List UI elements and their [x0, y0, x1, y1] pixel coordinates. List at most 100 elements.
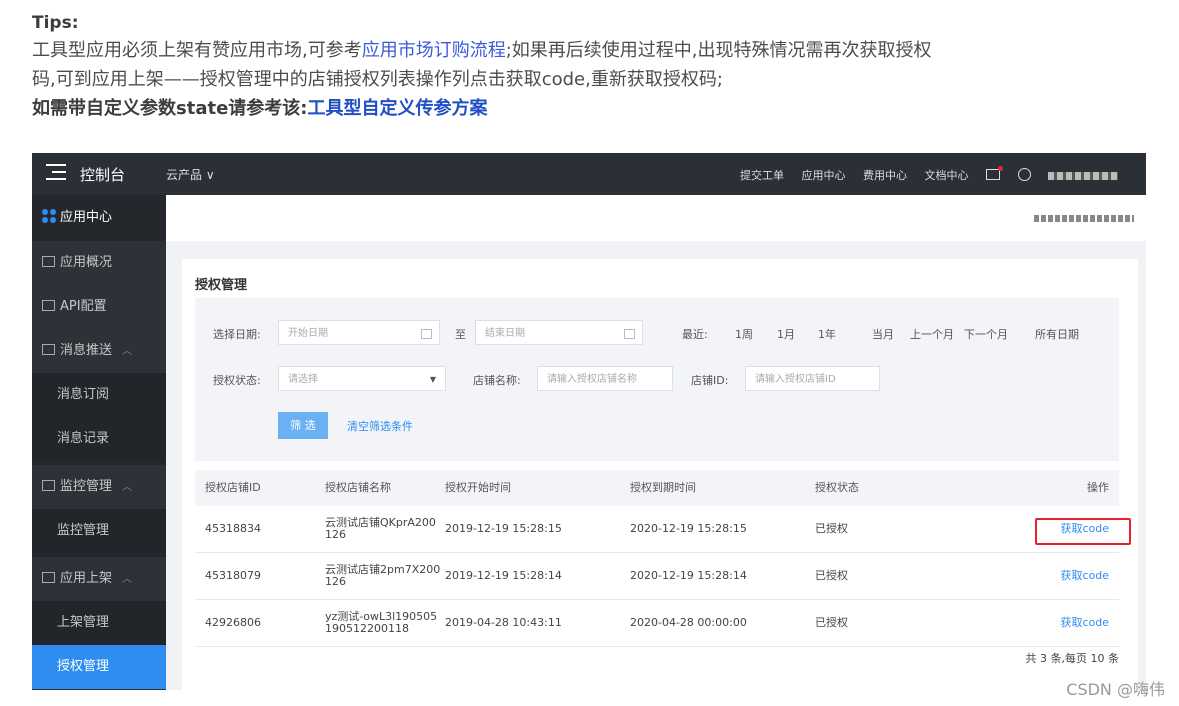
to-label: 至	[455, 328, 466, 341]
sidebar-item-message-subscribe[interactable]: 消息订阅	[32, 373, 166, 417]
sidebar: 应用中心 应用概况 API配置 消息推送 ︿ 消息订阅 消息记录 监控管理 ︿ 监控…	[32, 195, 166, 690]
console-screenshot: 控制台 云产品 ∨ 提交工单 应用中心 费用中心 文档中心 应用中心 应用概况 …	[32, 153, 1146, 690]
table-header: 授权店铺ID 授权店铺名称 授权开始时间 授权到期时间 授权状态 操作	[195, 470, 1119, 506]
tips-line-3-text: 如需带自定义参数state请参考该:	[32, 98, 308, 119]
table-row: 45318079 云测试店铺2pm7X200126 2019-12-19 15:…	[195, 553, 1119, 600]
recent-label: 最近:	[682, 328, 708, 341]
quick-1-week[interactable]: 1周	[735, 326, 753, 342]
sidebar-item-label: 监控管理	[60, 479, 113, 494]
quick-last-month[interactable]: 上一个月	[910, 326, 954, 342]
message-icon	[42, 344, 55, 355]
quick-all-dates[interactable]: 所有日期	[1035, 326, 1079, 342]
date-label: 选择日期:	[213, 328, 261, 341]
filter-panel: 选择日期: 开始日期 至 结束日期 最近: 1周 1月 1年 当月 上一个月 下…	[195, 298, 1119, 461]
cell-shop-name: 云测试店铺QKprA200126	[325, 516, 436, 541]
cell-shop-id: 45318834	[205, 522, 261, 535]
sidebar-item-label: 应用上架	[60, 571, 113, 586]
sidebar-item-monitor[interactable]: 监控管理	[32, 509, 166, 553]
clear-filter-link[interactable]: 清空筛选条件	[347, 418, 413, 434]
link-docs[interactable]: 文档中心	[925, 169, 969, 182]
app-grid-icon	[42, 209, 56, 223]
col-action: 操作	[1087, 481, 1109, 494]
cell-shop-id: 45318079	[205, 569, 261, 582]
link-ticket[interactable]: 提交工单	[740, 169, 784, 182]
get-code-link[interactable]: 获取code	[1060, 600, 1109, 646]
window-icon	[42, 300, 55, 311]
sidebar-header-label: 应用中心	[60, 210, 113, 225]
tips-line-3: 如需带自定义参数state请参考该:工具型自定义传参方案	[32, 94, 1152, 124]
cell-status: 已授权	[815, 616, 848, 629]
monitor-icon	[42, 256, 55, 267]
get-code-link[interactable]: 获取code	[1060, 553, 1109, 599]
quick-this-month[interactable]: 当月	[872, 326, 894, 342]
shop-id-label: 店铺ID:	[691, 374, 729, 387]
mail-icon[interactable]	[986, 166, 1003, 182]
menu-icon[interactable]	[46, 164, 66, 184]
tips-section: Tips: 工具型应用必须上架有赞应用市场,可参考应用市场订购流程;如果再后续使…	[32, 10, 1152, 124]
sidebar-item-label: 应用概况	[60, 255, 113, 270]
top-links: 提交工单 应用中心 费用中心 文档中心	[726, 166, 1118, 183]
masked-shop-selector[interactable]	[1034, 215, 1134, 222]
custom-param-link[interactable]: 工具型自定义传参方案	[307, 98, 487, 119]
sidebar-item-monitor-group[interactable]: 监控管理 ︿	[32, 465, 166, 509]
table-row: 42926806 yz测试-owL3l190505190512200118 20…	[195, 600, 1119, 647]
highlight-box	[1035, 518, 1131, 545]
start-date-placeholder: 开始日期	[288, 328, 328, 339]
status-placeholder: 请选择	[288, 374, 318, 385]
sidebar-item-overview[interactable]: 应用概况	[32, 241, 166, 285]
table-row: 45318834 云测试店铺QKprA200126 2019-12-19 15:…	[195, 506, 1131, 553]
cell-start-time: 2019-12-19 15:28:14	[445, 569, 562, 582]
sidebar-item-api[interactable]: API配置	[32, 285, 166, 329]
sidebar-item-listing-manage[interactable]: 上架管理	[32, 601, 166, 645]
link-app-center[interactable]: 应用中心	[802, 169, 846, 182]
content-header	[166, 195, 1146, 241]
sidebar-item-message-push[interactable]: 消息推送 ︿	[32, 329, 166, 373]
tips-line-2: 码,可到应用上架——授权管理中的店铺授权列表操作列点击获取code,重新获取授权…	[32, 69, 723, 90]
user-icon[interactable]	[1017, 168, 1031, 182]
cell-shop-name: 云测试店铺2pm7X200126	[325, 563, 441, 588]
sidebar-item-message-log[interactable]: 消息记录	[32, 417, 166, 461]
filter-button[interactable]: 筛 选	[278, 412, 328, 439]
cloud-products-menu[interactable]: 云产品 ∨	[166, 166, 215, 183]
cell-end-time: 2020-12-19 15:28:14	[630, 569, 747, 582]
cell-status: 已授权	[815, 569, 848, 582]
csdn-watermark: CSDN @嗨伟	[1066, 680, 1165, 699]
shop-id-input[interactable]: 请输入授权店铺ID	[745, 366, 880, 391]
sidebar-header: 应用中心	[32, 195, 166, 241]
status-select[interactable]: 请选择 ▼	[278, 366, 446, 391]
top-bar: 控制台 云产品 ∨ 提交工单 应用中心 费用中心 文档中心	[32, 153, 1146, 195]
col-end-time: 授权到期时间	[630, 481, 696, 494]
auth-table: 授权店铺ID 授权店铺名称 授权开始时间 授权到期时间 授权状态 操作 4531…	[195, 470, 1131, 665]
sidebar-item-label: 消息推送	[60, 343, 113, 358]
start-date-input[interactable]: 开始日期	[278, 320, 440, 345]
sidebar-item-auth-manage[interactable]: 授权管理	[32, 645, 166, 689]
chevron-up-icon: ︿	[122, 346, 133, 357]
quick-next-month[interactable]: 下一个月	[964, 326, 1008, 342]
col-shop-name: 授权店铺名称	[325, 481, 391, 494]
status-label: 授权状态:	[213, 374, 261, 387]
tips-title: Tips:	[32, 13, 79, 33]
calendar-icon	[421, 329, 432, 339]
masked-username	[1048, 172, 1118, 180]
page-title: 授权管理	[195, 278, 248, 293]
chevron-up-icon: ︿	[122, 482, 133, 493]
cell-start-time: 2019-12-19 15:28:15	[445, 522, 562, 535]
sidebar-item-label: API配置	[60, 299, 107, 314]
sidebar-item-app-listing[interactable]: 应用上架 ︿	[32, 557, 166, 601]
link-billing[interactable]: 费用中心	[863, 169, 907, 182]
cell-shop-id: 42926806	[205, 616, 261, 629]
end-date-input[interactable]: 结束日期	[475, 320, 643, 345]
pagination-summary: 共 3 条,每页 10 条	[1025, 652, 1119, 665]
end-date-placeholder: 结束日期	[485, 328, 525, 339]
quick-1-month[interactable]: 1月	[777, 326, 795, 342]
calendar-icon	[624, 329, 635, 339]
market-order-link[interactable]: 应用市场订购流程	[362, 40, 506, 61]
tips-line-1-text: 工具型应用必须上架有赞应用市场,可参考	[32, 40, 362, 61]
shop-name-input[interactable]: 请输入授权店铺名称	[537, 366, 673, 391]
auth-manage-card: 授权管理 选择日期: 开始日期 至 结束日期 最近: 1周 1月 1年 当月 上…	[182, 259, 1138, 690]
quick-1-year[interactable]: 1年	[818, 326, 836, 342]
col-start-time: 授权开始时间	[445, 481, 511, 494]
grid-icon	[42, 572, 55, 583]
tips-line-1: 工具型应用必须上架有赞应用市场,可参考应用市场订购流程;如果再后续使用过程中,出…	[32, 36, 1152, 65]
console-title[interactable]: 控制台	[80, 164, 125, 185]
